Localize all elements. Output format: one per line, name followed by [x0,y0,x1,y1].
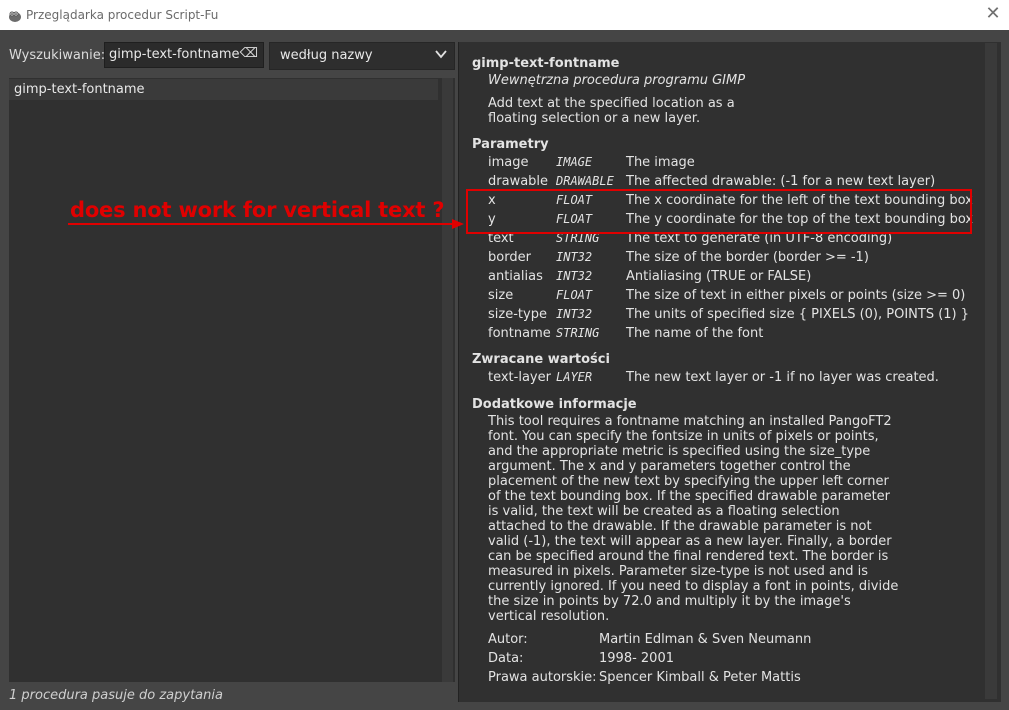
window-title: Przeglądarka procedur Script-Fu [26,8,219,22]
close-icon[interactable]: ✕ [983,4,1003,24]
param-desc: The affected drawable: (-1 for a new tex… [626,174,936,189]
return-name: text-layer [488,370,551,385]
return-desc: The new text layer or -1 if no layer was… [626,370,939,385]
param-name: drawable [488,174,549,189]
clear-icon[interactable]: ⌫ [240,46,258,61]
param-type: STRING [556,326,600,340]
param-desc: The size of the border (border >= -1) [626,250,869,265]
chevron-down-icon [435,50,447,59]
param-name: size [488,288,514,303]
return-values-heading: Zwracane wartości [472,352,610,367]
meta-label: Data: [488,651,524,666]
param-type: INT32 [556,250,593,264]
meta-label: Prawa autorskie: [488,670,597,685]
search-mode-select[interactable]: według nazwy [269,42,455,70]
param-type: FLOAT [556,288,593,302]
param-name: size-type [488,307,547,322]
param-type: INT32 [556,269,593,283]
param-desc: The name of the font [626,326,764,341]
procedure-name: gimp-text-fontname [472,56,620,71]
param-name: antialias [488,269,543,284]
procedure-list[interactable]: gimp-text-fontname [9,78,455,682]
meta-value: Martin Edlman & Sven Neumann [599,632,812,647]
search-input-value: gimp-text-fontname [109,47,240,62]
extra-info-heading: Dodatkowe informacje [472,397,637,412]
param-desc: The units of specified size { PIXELS (0)… [626,307,970,322]
param-type: DRAWABLE [556,174,614,188]
status-text: 1 procedura pasuje do zapytania [9,688,223,703]
param-desc: The size of text in either pixels or poi… [626,288,966,303]
search-mode-value: według nazwy [280,48,373,63]
meta-label: Autor: [488,632,528,647]
highlight-box [466,189,972,234]
extra-info-text: This tool requires a fontname matching a… [488,414,899,624]
param-name: image [488,155,529,170]
procedure-details: gimp-text-fontname Wewnętrzna procedura … [458,42,1001,702]
search-label: Wyszukiwanie: [9,48,106,63]
param-type: IMAGE [556,155,593,169]
annotation-arrow [68,219,464,229]
param-desc: The image [626,155,695,170]
meta-value: Spencer Kimball & Peter Mattis [599,670,801,685]
param-name: fontname [488,326,551,341]
gimp-icon [9,11,21,22]
procedure-origin: Wewnętrzna procedura programu GIMP [488,73,746,88]
list-scrollbar[interactable] [442,78,453,682]
params-heading: Parametry [472,137,549,152]
list-item[interactable]: gimp-text-fontname [9,79,438,100]
title-bar: Przeglądarka procedur Script-Fu ✕ [0,0,1009,30]
search-input[interactable]: gimp-text-fontname ⌫ [104,42,264,68]
meta-value: 1998- 2001 [599,651,674,666]
procedure-description: Add text at the specified location as a … [488,96,735,126]
details-scrollbar[interactable] [985,43,997,699]
return-type: LAYER [556,370,593,384]
param-type: INT32 [556,307,593,321]
param-name: border [488,250,531,265]
param-desc: Antialiasing (TRUE or FALSE) [626,269,812,284]
